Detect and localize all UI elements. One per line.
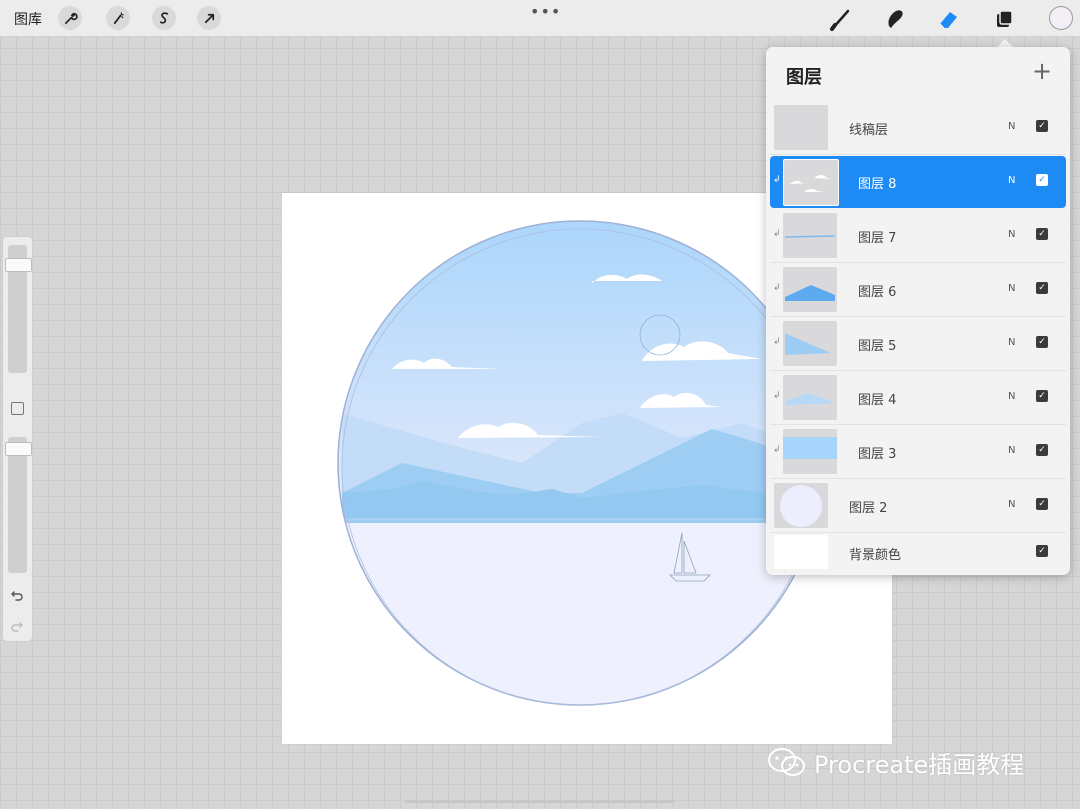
blend-mode-button[interactable]: N [1008,445,1015,456]
visibility-checkbox[interactable]: ✓ [1036,282,1048,294]
add-layer-button[interactable]: + [1032,59,1052,83]
blend-mode-button[interactable]: N [1008,337,1015,348]
layer-row[interactable]: 线稿层 N ✓ [770,102,1066,155]
layer-preview [783,437,837,459]
selection-icon[interactable] [152,6,176,30]
layer-row[interactable]: ↲ 图层 4 N ✓ [770,372,1066,425]
blend-mode-button[interactable]: N [1008,175,1015,186]
wrench-icon[interactable] [58,6,82,30]
layer-name: 图层 7 [858,231,897,246]
layer-row[interactable]: ↲ 图层 3 N ✓ [770,426,1066,479]
blend-mode-button[interactable]: N [1008,499,1015,510]
layers-panel: 图层 + 线稿层 N ✓ ↲ 图层 8 N ✓ ↲ 图层 7 N ✓ ↲ 图层 … [766,47,1070,575]
clipping-mask-icon: ↲ [773,337,781,347]
blend-mode-button[interactable]: N [1008,229,1015,240]
transform-icon[interactable] [197,6,221,30]
layer-preview [785,393,835,405]
layer-preview [785,333,831,355]
background-color-row[interactable]: 背景颜色 ✓ [770,534,1066,572]
blend-mode-button[interactable]: N [1008,391,1015,402]
clipping-mask-icon: ↲ [773,391,781,401]
layer-row[interactable]: ↲ 图层 5 N ✓ [770,318,1066,371]
layers-title: 图层 [786,67,822,88]
visibility-checkbox[interactable]: ✓ [1036,120,1048,132]
color-picker-button[interactable] [1049,6,1073,30]
brush-icon[interactable] [828,6,854,32]
layer-thumbnail [774,535,828,569]
visibility-checkbox[interactable]: ✓ [1036,545,1048,557]
clipping-mask-icon: ↲ [773,175,781,185]
brush-size-slider[interactable] [5,245,32,373]
layer-thumbnail [783,429,837,474]
gallery-button[interactable]: 图库 [14,9,42,29]
visibility-checkbox[interactable]: ✓ [1036,390,1048,402]
opacity-slider[interactable] [5,437,32,573]
visibility-checkbox[interactable]: ✓ [1036,498,1048,510]
more-menu[interactable]: ••• [530,2,561,21]
blend-mode-button[interactable]: N [1008,283,1015,294]
layer-row[interactable]: 图层 2 N ✓ [770,480,1066,533]
opacity-handle[interactable] [5,442,32,456]
modify-button[interactable] [11,402,24,415]
brush-size-handle[interactable] [5,258,32,272]
layer-thumbnail [783,321,837,366]
layer-name: 图层 6 [858,285,897,300]
layer-preview [780,485,822,527]
wechat-icon [768,748,805,776]
layer-row[interactable]: ↲ 图层 6 N ✓ [770,264,1066,317]
layer-name: 图层 5 [858,339,897,354]
redo-icon[interactable] [9,618,25,634]
watermark: Procreate插画教程 [766,746,1025,779]
smudge-icon[interactable] [883,6,909,32]
layer-preview [790,175,834,192]
layer-thumbnail [783,375,837,420]
clipping-mask-icon: ↲ [773,283,781,293]
layer-thumbnail [783,267,837,312]
eraser-icon[interactable] [936,6,962,32]
layer-name: 图层 3 [858,447,897,462]
clipping-mask-icon: ↲ [773,445,781,455]
layer-thumbnail [774,105,828,150]
layer-name: 图层 4 [858,393,897,408]
layer-row[interactable]: ↲ 图层 7 N ✓ [770,210,1066,263]
layer-name: 图层 8 [858,177,897,192]
layer-name: 图层 2 [849,501,888,516]
layer-name: 线稿层 [849,123,889,138]
visibility-checkbox[interactable]: ✓ [1036,174,1048,186]
watermark-text: Procreate插画教程 [814,750,1025,779]
layer-thumbnail [774,483,828,528]
home-indicator [405,800,675,803]
layer-preview [785,285,835,301]
left-sidebar [2,236,33,642]
clipping-mask-icon: ↲ [773,229,781,239]
visibility-checkbox[interactable]: ✓ [1036,444,1048,456]
layer-thumbnail [783,159,839,206]
layer-name: 背景颜色 [849,548,902,563]
top-toolbar: 图库 ••• [0,0,1080,37]
layers-icon[interactable] [992,6,1018,32]
visibility-checkbox[interactable]: ✓ [1036,228,1048,240]
undo-icon[interactable] [9,587,25,603]
layer-preview [784,235,836,238]
layer-row-selected[interactable]: ↲ 图层 8 N ✓ [770,156,1066,208]
blend-mode-button[interactable]: N [1008,121,1015,132]
layer-thumbnail [783,213,837,258]
magic-wand-icon[interactable] [106,6,130,30]
visibility-checkbox[interactable]: ✓ [1036,336,1048,348]
